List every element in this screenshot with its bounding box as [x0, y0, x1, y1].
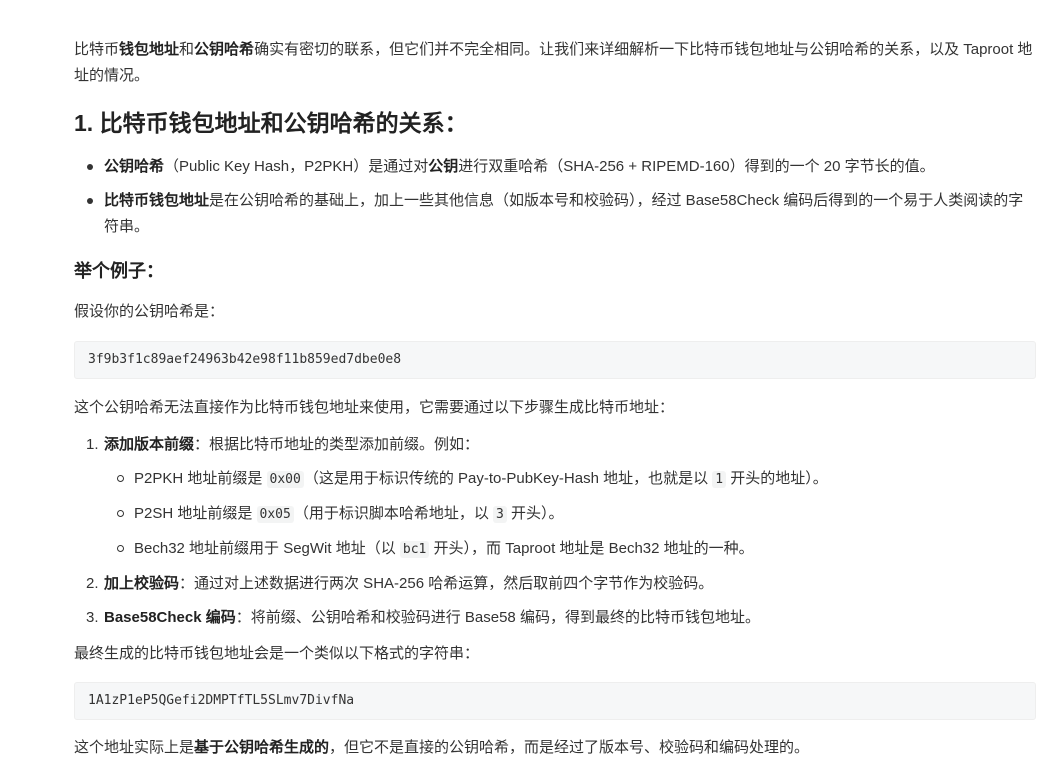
sub-text: P2SH 地址前缀是: [134, 505, 257, 522]
step-text: ：通过对上述数据进行两次 SHA-256 哈希运算，然后取前四个字节作为校验码。: [179, 575, 714, 592]
bullet-bold-term: 公钥哈希: [104, 158, 165, 175]
step-item-base58check: 3. Base58Check 编码：将前缀、公钥哈希和校验码进行 Base58 编…: [74, 605, 1034, 631]
intro-text-1: 比特币: [74, 41, 120, 58]
sub-text: （这是用于标识传统的 Pay-to-PubKey-Hash 地址，也就是以: [303, 470, 713, 487]
bullet-bold-term: 比特币钱包地址: [104, 192, 210, 209]
document-page: 比特币钱包地址和公钥哈希确实有密切的联系，但它们并不完全相同。让我们来详细解析一…: [0, 0, 1064, 763]
intro-text-2: 和: [179, 41, 195, 58]
sub-text: P2PKH 地址前缀是: [134, 470, 267, 487]
conclusion-text-2: ，但它不是直接的公钥哈希，而是经过了版本号、校验码和编码处理的。: [329, 739, 810, 756]
bullet-dot-icon: [87, 198, 93, 204]
inline-code: bc1: [399, 541, 430, 558]
step-text: ：根据比特币地址的类型添加前缀。例如：: [194, 436, 480, 453]
inline-code: 0x00: [266, 471, 304, 488]
circle-bullet-icon: [117, 475, 124, 482]
inline-code: 3: [493, 506, 507, 523]
assume-paragraph: 假设你的公钥哈希是：: [74, 303, 225, 320]
circle-bullet-icon: [117, 545, 124, 552]
sub-item-p2pkh: P2PKH 地址前缀是 0x00 （这是用于标识传统的 Pay-to-PubKey…: [104, 466, 1034, 493]
example-heading: 举个例子：: [74, 261, 164, 281]
sub-text: （用于标识脚本哈希地址，以: [293, 505, 494, 522]
step-title: 添加版本前缀: [104, 436, 195, 453]
prefix-sub-list: P2PKH 地址前缀是 0x00 （这是用于标识传统的 Pay-to-PubKey…: [104, 466, 1034, 563]
sub-text: 开头）。: [506, 505, 564, 522]
pubkey-hash-code-block[interactable]: 3f9b3f1c89aef24963b42e98f11b859ed7dbe0e8: [74, 341, 1036, 379]
sub-text: 开头），而 Taproot 地址是 Bech32 地址的一种。: [429, 540, 754, 557]
step-text: ：将前缀、公钥哈希和校验码进行 Base58 编码，得到最终的比特币钱包地址。: [235, 609, 760, 626]
sub-item-bech32: Bech32 地址前缀用于 SegWit 地址（以 bc1 开头），而 Tapr…: [104, 536, 1034, 563]
bullet-bold-term: 公钥: [428, 158, 459, 175]
sub-text: Bech32 地址前缀用于 SegWit 地址（以: [134, 540, 400, 557]
bullet-item-pubkey-hash: 公钥哈希（Public Key Hash，P2PKH）是通过对公钥进行双重哈希（…: [74, 154, 1034, 180]
step-item-version-prefix: 1. 添加版本前缀：根据比特币地址的类型添加前缀。例如： P2PKH 地址前缀是 …: [74, 432, 1034, 563]
bullet-text: （Public Key Hash，P2PKH）是通过对: [164, 158, 429, 175]
step-item-checksum: 2. 加上校验码：通过对上述数据进行两次 SHA-256 哈希运算，然后取前四个字…: [74, 571, 1034, 597]
sub-item-p2sh: P2SH 地址前缀是 0x05 （用于标识脚本哈希地址，以 3 开头）。: [104, 501, 1034, 528]
conclusion-text-1: 这个地址实际上是: [74, 739, 195, 756]
intro-bold-pubkey-hash: 公钥哈希: [194, 41, 255, 58]
conclusion-bold: 基于公钥哈希生成的: [194, 739, 330, 756]
step-title: 加上校验码: [104, 575, 180, 592]
step-number: 3.: [86, 609, 99, 626]
bullet-item-wallet-address: 比特币钱包地址是在公钥哈希的基础上，加上一些其他信息（如版本号和校验码），经过 …: [74, 188, 1034, 240]
step-number: 1.: [86, 436, 99, 453]
inline-code: 1: [712, 471, 727, 488]
intro-bold-wallet-address: 钱包地址: [119, 41, 180, 58]
address-code-block[interactable]: 1A1zP1eP5QGefi2DMPTfTL5SLmv7DivfNa: [74, 682, 1036, 720]
sub-text: 开头的地址）。: [726, 470, 828, 487]
cannot-use-paragraph: 这个公钥哈希无法直接作为比特币钱包地址来使用，它需要通过以下步骤生成比特币地址：: [74, 399, 675, 416]
relationship-bullet-list: 公钥哈希（Public Key Hash，P2PKH）是通过对公钥进行双重哈希（…: [74, 154, 1034, 248]
conclusion-paragraph: 这个地址实际上是基于公钥哈希生成的，但它不是直接的公钥哈希，而是经过了版本号、校…: [74, 735, 1034, 761]
intro-paragraph: 比特币钱包地址和公钥哈希确实有密切的联系，但它们并不完全相同。让我们来详细解析一…: [74, 37, 1034, 89]
circle-bullet-icon: [117, 510, 124, 517]
bullet-dot-icon: [87, 164, 93, 170]
inline-code: 0x05: [256, 506, 294, 523]
steps-ordered-list: 1. 添加版本前缀：根据比特币地址的类型添加前缀。例如： P2PKH 地址前缀是 …: [74, 432, 1034, 639]
step-title: Base58Check 编码: [104, 609, 236, 626]
final-format-paragraph: 最终生成的比特币钱包地址会是一个类似以下格式的字符串：: [74, 645, 480, 662]
step-number: 2.: [86, 575, 99, 592]
bullet-text: 进行双重哈希（SHA-256 + RIPEMD-160）得到的一个 20 字节长…: [458, 158, 935, 175]
bullet-text: 是在公钥哈希的基础上，加上一些其他信息（如版本号和校验码），经过 Base58C…: [104, 192, 1024, 235]
section-heading: 1. 比特币钱包地址和公钥哈希的关系：: [74, 110, 468, 136]
